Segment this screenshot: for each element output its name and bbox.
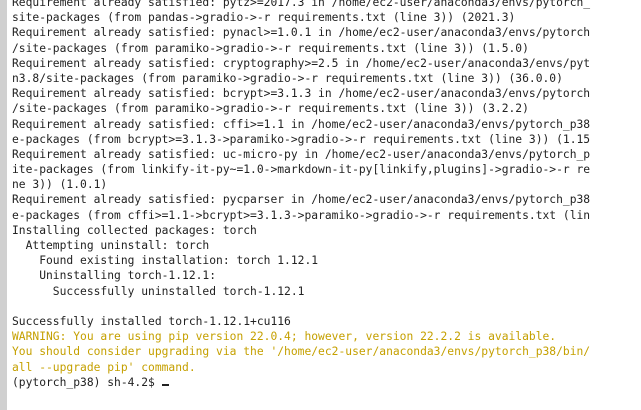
output-line: Requirement already satisfied: pytz>=201… <box>12 0 591 9</box>
output-line: Installing collected packages: torch <box>12 223 257 237</box>
output-line: e-packages (from bcrypt>=3.1.3->paramiko… <box>12 132 591 146</box>
terminal-left-margin <box>0 0 7 410</box>
warning-line: WARNING: You are using pip version 22.0.… <box>12 330 557 344</box>
output-line: Requirement already satisfied: pynacl>=1… <box>12 26 591 40</box>
warning-line: You should consider upgrading via the '/… <box>12 345 591 359</box>
output-line: Requirement already satisfied: cryptogra… <box>12 56 591 70</box>
output-line: ne 3)) (1.0.1) <box>12 178 108 192</box>
output-line: Requirement already satisfied: pycparser… <box>12 193 591 207</box>
text-cursor <box>161 383 169 386</box>
terminal-output: Requirement already satisfied: pytz>=201… <box>12 0 641 390</box>
output-line: Uninstalling torch-1.12.1: <box>12 269 217 283</box>
output-line: Successfully uninstalled torch-1.12.1 <box>12 284 305 298</box>
output-line: Found existing installation: torch 1.12.… <box>12 254 319 268</box>
output-line: Requirement already satisfied: bcrypt>=3… <box>12 87 591 101</box>
output-line: /site-packages (from paramiko->gradio->-… <box>12 41 529 55</box>
output-line: e-packages (from cffi>=1.1->bcrypt>=3.1.… <box>12 208 591 222</box>
output-line: Attempting uninstall: torch <box>12 239 210 252</box>
output-line: Requirement already satisfied: cffi>=1.1… <box>12 117 591 131</box>
terminal-window[interactable]: Requirement already satisfied: pytz>=201… <box>0 0 641 410</box>
output-line: Requirement already satisfied: uc-micro-… <box>12 147 591 161</box>
warning-line: all --upgrade pip' command. <box>12 360 196 374</box>
output-line: ite-packages (from linkify-it-py~=1.0->m… <box>12 163 591 177</box>
prompt-line[interactable]: (pytorch_p38) sh-4.2$ <box>12 375 641 390</box>
output-line: n3.8/site-packages (from paramiko->gradi… <box>12 71 563 85</box>
output-line: site-packages (from pandas->gradio->-r r… <box>12 11 516 25</box>
output-line: /site-packages (from paramiko->gradio->-… <box>12 102 529 116</box>
output-line: Successfully installed torch-1.12.1+cu11… <box>12 314 291 328</box>
shell-prompt: (pytorch_p38) sh-4.2$ <box>12 375 162 389</box>
